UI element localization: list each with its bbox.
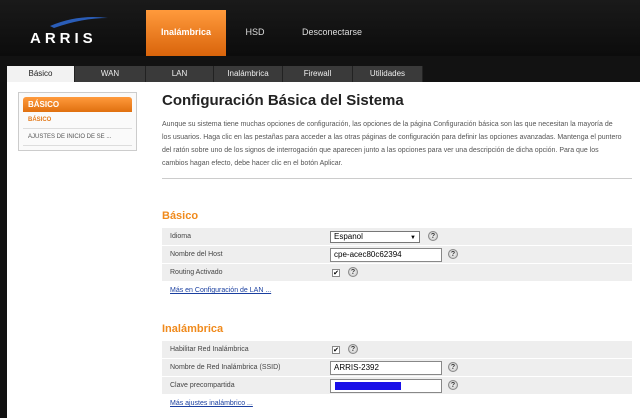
- logo-text: ARRIS: [30, 30, 97, 47]
- routing-label: Routing Activado: [170, 269, 223, 276]
- content-panel: BÁSICO BÁSICO AJUSTES DE INICIO DE SE ..…: [7, 82, 640, 418]
- tab-lan[interactable]: LAN: [146, 66, 214, 82]
- routing-checkbox[interactable]: ✔: [332, 269, 340, 277]
- top-nav: Inalámbrica HSD Desconectarse: [146, 10, 380, 56]
- language-label: Idioma: [170, 233, 192, 240]
- intro-text: Aunque su sistema tiene muchas opciones …: [162, 121, 622, 167]
- logo-swoosh-icon: [50, 17, 108, 28]
- enable-wireless-checkbox[interactable]: ✔: [332, 346, 340, 354]
- help-icon[interactable]: ?: [448, 249, 458, 259]
- help-icon[interactable]: ?: [448, 380, 458, 390]
- hostname-row: Nombre del Host cpe-acec80c62394 ?: [162, 246, 632, 264]
- basic-settings: Idioma Espanol ▼ ? Nombre del Host cpe-a…: [162, 228, 632, 300]
- psk-row: Clave precompartida ?: [162, 377, 632, 395]
- top-nav-inalambrica[interactable]: Inalámbrica: [146, 10, 226, 56]
- ssid-input[interactable]: ARRIS-2392: [330, 361, 442, 375]
- tab-firewall[interactable]: Firewall: [283, 66, 353, 82]
- arris-logo: ARRIS: [30, 12, 110, 47]
- tab-basico[interactable]: Básico: [7, 66, 75, 82]
- help-icon[interactable]: ?: [448, 362, 458, 372]
- routing-row: Routing Activado ✔ ?: [162, 264, 632, 282]
- section-title-inalambrica: Inalámbrica: [162, 323, 224, 335]
- top-header: ARRIS Inalámbrica HSD Desconectarse: [0, 0, 640, 56]
- sidebar-item-basico[interactable]: BÁSICO: [23, 112, 132, 129]
- wireless-link-row: Más ajustes inalámbrico ...: [162, 395, 632, 413]
- redacted-value: [335, 382, 401, 390]
- top-nav-hsd[interactable]: HSD: [226, 10, 284, 56]
- section-title-basico: Básico: [162, 210, 199, 222]
- more-wireless-link[interactable]: Más ajustes inalámbrico ...: [170, 395, 253, 413]
- top-nav-logout[interactable]: Desconectarse: [284, 10, 380, 56]
- lan-link-row: Más en Configuración de LAN ...: [162, 282, 632, 300]
- tab-inalambrica[interactable]: Inalámbrica: [214, 66, 283, 82]
- enable-wireless-label: Habilitar Red Inalámbrica: [170, 346, 249, 353]
- ssid-label: Nombre de Red Inalámbrica (SSID): [170, 364, 281, 371]
- ssid-row: Nombre de Red Inalámbrica (SSID) ARRIS-2…: [162, 359, 632, 377]
- main-content: Configuración Básica del Sistema Aunque …: [162, 92, 632, 413]
- divider: [162, 178, 632, 179]
- enable-wireless-row: Habilitar Red Inalámbrica ✔ ?: [162, 341, 632, 359]
- language-row: Idioma Espanol ▼ ?: [162, 228, 632, 246]
- help-icon[interactable]: ?: [348, 267, 358, 277]
- tab-bar: Básico WAN LAN Inalámbrica Firewall Util…: [7, 66, 423, 82]
- language-value: Espanol: [334, 232, 363, 241]
- sidebar-item-ajustes-inicio[interactable]: AJUSTES DE INICIO DE SE ...: [23, 129, 132, 146]
- psk-input[interactable]: [330, 379, 442, 393]
- hostname-label: Nombre del Host: [170, 251, 223, 258]
- page-title: Configuración Básica del Sistema: [162, 92, 404, 109]
- language-select[interactable]: Espanol ▼: [330, 231, 420, 243]
- psk-label: Clave precompartida: [170, 382, 235, 389]
- sidebar-header: BÁSICO: [23, 97, 132, 112]
- sidebar: BÁSICO BÁSICO AJUSTES DE INICIO DE SE ..…: [18, 92, 137, 151]
- chevron-down-icon: ▼: [410, 235, 416, 241]
- help-icon[interactable]: ?: [428, 231, 438, 241]
- wireless-settings: Habilitar Red Inalámbrica ✔ ? Nombre de …: [162, 341, 632, 413]
- hostname-input[interactable]: cpe-acec80c62394: [330, 248, 442, 262]
- tab-wan[interactable]: WAN: [75, 66, 146, 82]
- help-icon[interactable]: ?: [348, 344, 358, 354]
- lan-settings-link[interactable]: Más en Configuración de LAN ...: [170, 282, 271, 300]
- tab-utilidades[interactable]: Utilidades: [353, 66, 423, 82]
